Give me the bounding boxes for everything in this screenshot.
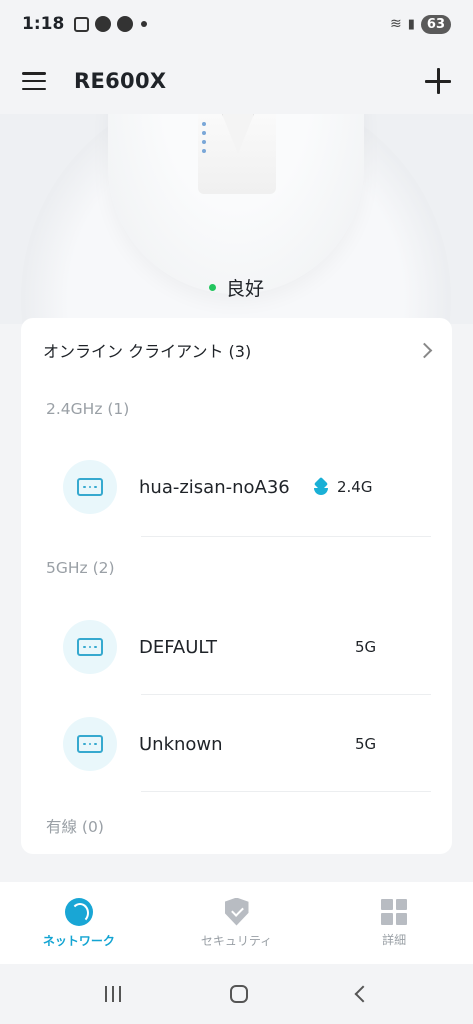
divider bbox=[141, 536, 431, 537]
tab-network[interactable]: ネットワーク bbox=[0, 882, 158, 964]
mesh-tag-icon bbox=[313, 479, 329, 495]
hamburger-menu-icon[interactable] bbox=[22, 72, 46, 90]
online-clients-title: オンライン クライアント (3) bbox=[43, 342, 252, 361]
online-clients-card: オンライン クライアント (3) 2.4GHz (1) hua-zisan-no… bbox=[21, 318, 452, 854]
screenshot-icon bbox=[74, 16, 90, 32]
battery-badge: 63 bbox=[420, 14, 451, 34]
signal-icon: ▮ bbox=[407, 16, 415, 32]
connection-status: 良好 bbox=[0, 274, 473, 301]
client-band: 5G bbox=[355, 638, 377, 656]
client-band: 2.4G bbox=[337, 478, 373, 496]
recent-apps-icon[interactable] bbox=[104, 986, 121, 1002]
range-extender-image[interactable] bbox=[198, 114, 276, 194]
chevron-right-icon bbox=[416, 342, 433, 358]
tab-security[interactable]: セキュリティ bbox=[158, 882, 316, 964]
client-row[interactable]: Unknown 5G bbox=[21, 695, 452, 793]
connection-status-label: 良好 bbox=[225, 278, 264, 300]
client-row[interactable]: hua-zisan-noA36 2.4G bbox=[21, 438, 452, 536]
system-status-icons: ≋ ▮ 63 bbox=[390, 14, 451, 34]
client-row[interactable]: DEFAULT 5G bbox=[21, 598, 452, 696]
device-title: RE600X bbox=[74, 69, 167, 93]
band-label-5ghz: 5GHz (2) bbox=[46, 559, 115, 577]
status-dot-icon bbox=[208, 284, 216, 291]
globe-icon bbox=[64, 897, 93, 926]
tab-details[interactable]: 詳細 bbox=[315, 882, 473, 964]
line-app-icon bbox=[95, 16, 112, 32]
device-icon bbox=[63, 620, 117, 674]
app-header: RE600X bbox=[0, 48, 473, 114]
status-bar: 1:18 ≋ ▮ 63 bbox=[0, 0, 473, 48]
tab-details-label: 詳細 bbox=[382, 932, 407, 947]
plus-icon[interactable] bbox=[425, 68, 451, 94]
more-notifications-icon bbox=[141, 21, 148, 27]
bottom-navigation: ネットワーク セキュリティ 詳細 bbox=[0, 882, 473, 964]
device-hero: 良好 bbox=[0, 114, 473, 324]
system-navigation-bar bbox=[0, 964, 473, 1024]
shield-icon bbox=[224, 897, 249, 926]
client-band-tag: 2.4G bbox=[313, 478, 372, 496]
online-clients-header[interactable]: オンライン クライアント (3) bbox=[43, 338, 433, 362]
device-icon bbox=[63, 460, 117, 514]
tab-security-label: セキュリティ bbox=[200, 933, 273, 948]
band-label-24ghz: 2.4GHz (1) bbox=[46, 400, 130, 418]
client-name: DEFAULT bbox=[139, 636, 217, 658]
client-name: Unknown bbox=[139, 733, 223, 755]
client-band: 5G bbox=[355, 735, 377, 753]
line-app-icon bbox=[117, 16, 134, 32]
device-leds bbox=[202, 122, 206, 153]
grid-icon bbox=[381, 898, 408, 925]
tab-network-label: ネットワーク bbox=[42, 933, 115, 948]
divider bbox=[141, 791, 431, 792]
home-icon[interactable] bbox=[229, 985, 248, 1003]
band-label-wired: 有線 (0) bbox=[46, 818, 104, 836]
back-icon[interactable] bbox=[354, 985, 371, 1003]
client-name: hua-zisan-noA36 bbox=[139, 476, 290, 498]
device-icon bbox=[63, 717, 117, 771]
status-time: 1:18 bbox=[22, 14, 65, 34]
notification-icons bbox=[74, 16, 148, 32]
wifi-icon: ≋ bbox=[390, 16, 402, 32]
